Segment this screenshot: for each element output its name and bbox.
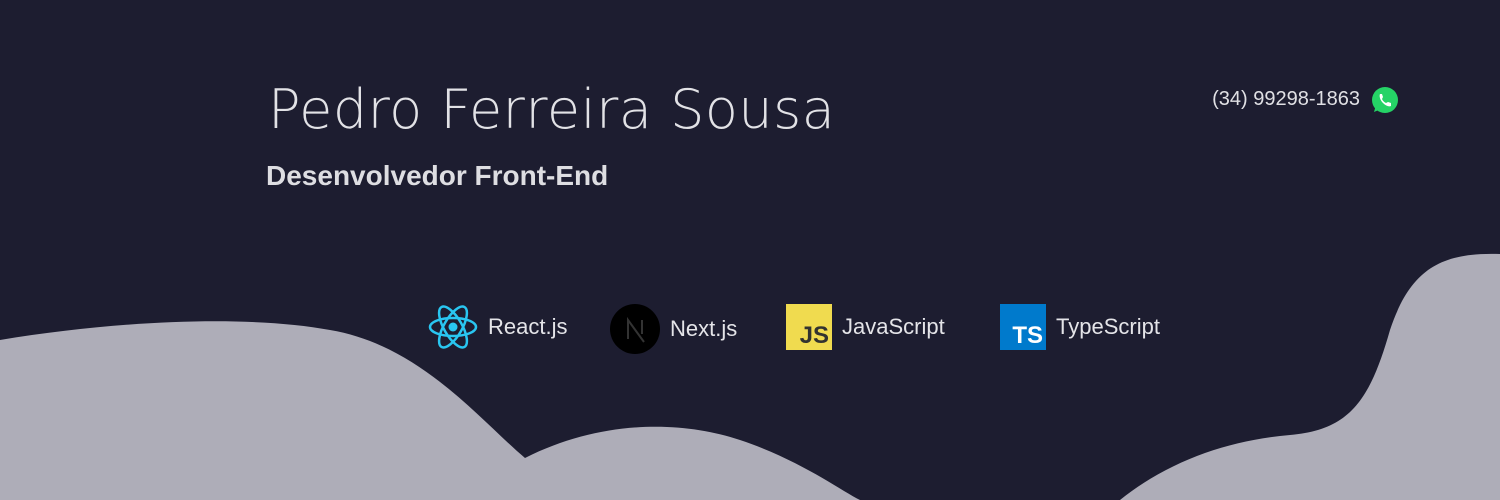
javascript-icon-text: JS: [799, 322, 829, 349]
tech-javascript: JS JavaScript: [786, 304, 945, 350]
javascript-icon: JS: [786, 304, 832, 350]
tech-label: React.js: [488, 314, 568, 339]
job-title: Desenvolvedor Front-End: [266, 160, 609, 191]
typescript-icon: TS: [1000, 304, 1046, 350]
tech-label: TypeScript: [1056, 314, 1160, 339]
full-name: Pedro Ferreira Sousa: [268, 78, 836, 141]
tech-react: React.js: [428, 304, 567, 350]
react-icon: [428, 305, 478, 349]
typescript-icon-text: TS: [1012, 322, 1043, 349]
tech-label: JavaScript: [842, 314, 945, 339]
whatsapp-icon[interactable]: [1370, 85, 1400, 115]
phone-number[interactable]: (34) 99298-1863: [1212, 88, 1360, 111]
tech-nextjs: Next.js: [610, 304, 737, 354]
wave-right: [1120, 253, 1500, 500]
background-waves: [0, 253, 1500, 500]
tech-typescript: TS TypeScript: [1000, 304, 1160, 350]
nextjs-icon: [610, 304, 660, 354]
tech-label: Next.js: [670, 316, 738, 341]
banner: Pedro Ferreira Sousa Desenvolvedor Front…: [0, 0, 1500, 500]
